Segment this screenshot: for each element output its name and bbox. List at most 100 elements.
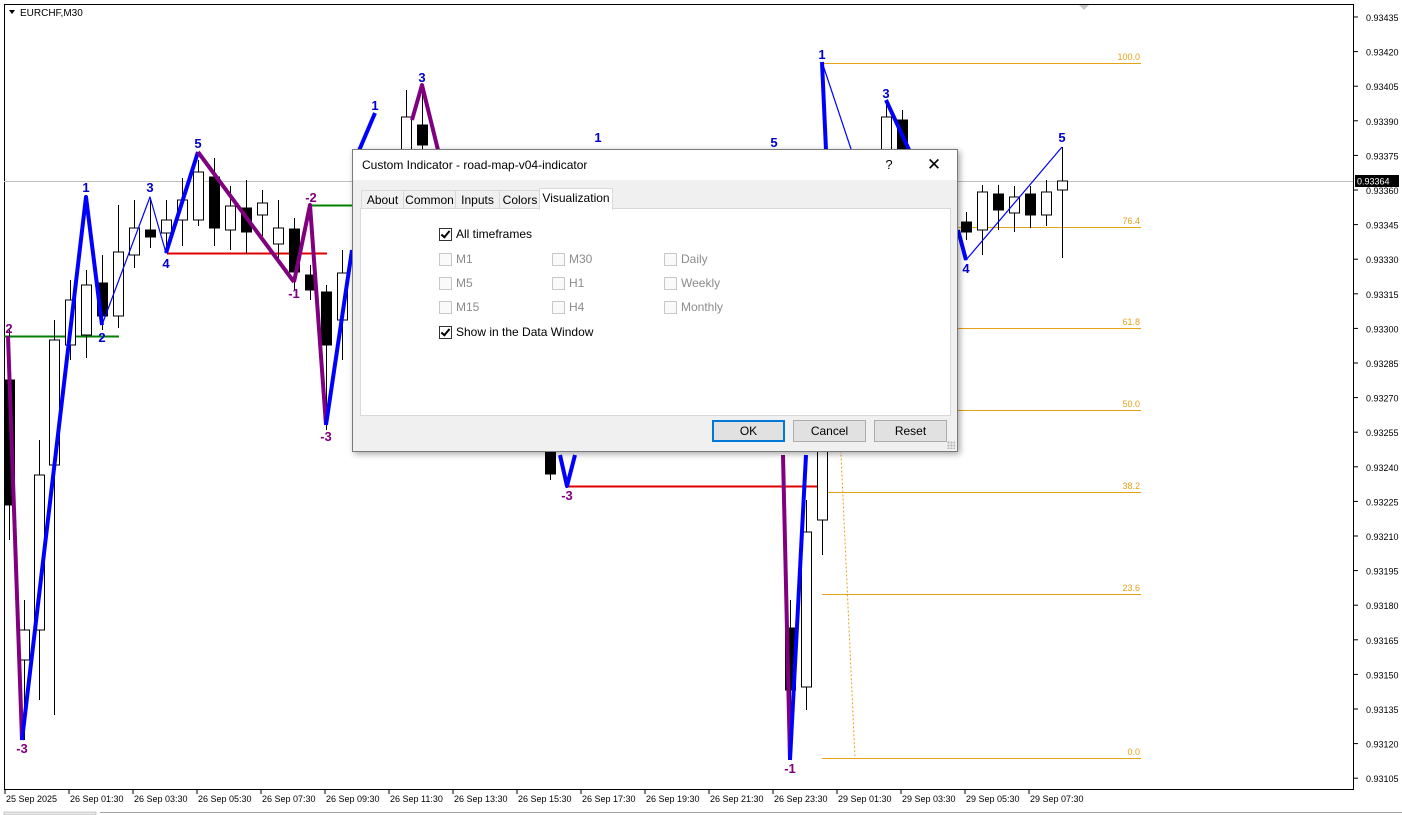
all-timeframes-checkbox[interactable]: All timeframes — [439, 227, 532, 241]
close-icon[interactable]: ✕ — [921, 153, 947, 177]
time-tick-label: 29 Sep 07:30 — [1030, 794, 1084, 804]
wave-label: 1 — [82, 180, 89, 195]
up-wave-line — [956, 229, 968, 261]
custom-indicator-dialog: Custom Indicator - road-map-v04-indicato… — [352, 149, 958, 452]
candle-body — [1057, 180, 1068, 191]
up-wave-line — [356, 112, 377, 154]
time-tick-label: 26 Sep 09:30 — [326, 794, 380, 804]
timeframe-label: Daily — [681, 252, 708, 266]
candle-body — [977, 191, 988, 231]
time-tick-label: 26 Sep 19:30 — [646, 794, 700, 804]
time-tick-label: 26 Sep 21:30 — [710, 794, 764, 804]
timeframe-label: M15 — [456, 300, 480, 314]
fib-level-label: 23.6 — [1122, 583, 1140, 593]
current-price-label: 0.93364 — [1357, 177, 1390, 187]
candle-body — [1041, 191, 1052, 216]
candle-body — [1025, 193, 1036, 216]
checkbox-box[interactable] — [552, 300, 565, 314]
wave-label: 2 — [98, 330, 105, 345]
price-tick-label: 0.93180 — [1366, 601, 1399, 611]
price-tick-label: 0.93120 — [1366, 740, 1399, 750]
timeframe-label: Weekly — [681, 276, 721, 290]
checkbox-box[interactable] — [439, 276, 452, 290]
candle-body — [881, 116, 892, 151]
wave-label: 1 — [818, 47, 825, 62]
time-tick-label: 26 Sep 13:30 — [454, 794, 508, 804]
time-tick-label: 26 Sep 23:30 — [774, 794, 828, 804]
candle-body — [81, 284, 92, 336]
timeframe-h1-checkbox[interactable]: H1 — [552, 276, 584, 290]
wave-label: -3 — [320, 429, 332, 444]
candle-body — [161, 219, 172, 234]
timeframe-label: M1 — [456, 252, 473, 266]
timeframe-m30-checkbox[interactable]: M30 — [552, 252, 592, 266]
price-tick-label: 0.93105 — [1366, 774, 1399, 784]
price-tick-label: 0.93135 — [1366, 705, 1399, 715]
checkbox-box[interactable] — [439, 227, 452, 241]
price-tick-label: 0.93285 — [1366, 359, 1399, 369]
tab-about[interactable]: About — [361, 190, 404, 209]
tab-visualization[interactable]: Visualization — [539, 188, 613, 210]
candle-body — [801, 531, 812, 688]
checkbox-box[interactable] — [439, 300, 452, 314]
checkbox-box[interactable] — [664, 276, 677, 290]
candle-body — [129, 227, 140, 256]
tab-inputs[interactable]: Inputs — [455, 190, 500, 209]
candle-body — [545, 449, 556, 475]
price-tick-label: 0.93420 — [1366, 48, 1399, 58]
checkbox-box[interactable] — [439, 252, 452, 266]
wave-label: 4 — [162, 256, 170, 271]
timeframe-h4-checkbox[interactable]: H4 — [552, 300, 584, 314]
help-button[interactable]: ? — [879, 154, 899, 176]
candle-body — [993, 193, 1004, 211]
up-wave-line — [820, 61, 828, 151]
price-tick-label: 0.93435 — [1366, 13, 1399, 23]
time-tick-label: 26 Sep 05:30 — [198, 794, 252, 804]
timeframe-label: H1 — [569, 276, 585, 290]
fib-level-label: 38.2 — [1122, 481, 1140, 491]
timeframe-m5-checkbox[interactable]: M5 — [439, 276, 473, 290]
checkbox-box[interactable] — [439, 325, 452, 339]
candle-body — [961, 221, 972, 233]
time-tick-label: 26 Sep 01:30 — [70, 794, 124, 804]
price-tick-label: 0.93255 — [1366, 428, 1399, 438]
checkbox-box[interactable] — [664, 300, 677, 314]
time-tick-label: 26 Sep 07:30 — [262, 794, 316, 804]
price-tick-label: 0.93300 — [1366, 324, 1399, 334]
ok-button[interactable]: OK — [712, 420, 785, 442]
time-tick-label: 26 Sep 17:30 — [582, 794, 636, 804]
checkbox-box[interactable] — [664, 252, 677, 266]
fib-level-label: 100.0 — [1117, 52, 1140, 62]
timeframe-m1-checkbox[interactable]: M1 — [439, 252, 473, 266]
all-timeframes-label: All timeframes — [456, 227, 533, 241]
time-tick-label: 26 Sep 03:30 — [134, 794, 188, 804]
wave-label: -3 — [561, 488, 573, 503]
tab-common[interactable]: Common — [403, 190, 456, 209]
checkbox-box[interactable] — [552, 276, 565, 290]
timeframe-m15-checkbox[interactable]: M15 — [439, 300, 479, 314]
fib-level-label: 76.4 — [1122, 216, 1140, 226]
time-tick-label: 25 Sep 2025 — [6, 794, 57, 804]
data-window-checkbox[interactable]: Show in the Data Window — [439, 325, 593, 339]
candle-body — [145, 229, 156, 238]
dialog-title: Custom Indicator - road-map-v04-indicato… — [362, 158, 588, 172]
candle-body — [257, 202, 268, 216]
price-tick-label: 0.93240 — [1366, 463, 1399, 473]
cancel-button[interactable]: Cancel — [793, 420, 866, 442]
wave-label: -1 — [288, 286, 300, 301]
timeframe-daily-checkbox[interactable]: Daily — [664, 252, 708, 266]
time-tick-label: 29 Sep 01:30 — [838, 794, 892, 804]
timeframe-label: H4 — [569, 300, 585, 314]
timeframe-weekly-checkbox[interactable]: Weekly — [664, 276, 720, 290]
reset-button[interactable]: Reset — [874, 420, 947, 442]
dialog-titlebar[interactable]: Custom Indicator - road-map-v04-indicato… — [353, 150, 957, 180]
resize-grip-icon[interactable] — [947, 441, 955, 449]
checkbox-box[interactable] — [552, 252, 565, 266]
visualization-panel: All timeframes M1 M30 Daily M5 H1 Weekly — [360, 208, 951, 416]
timeframe-monthly-checkbox[interactable]: Monthly — [664, 300, 723, 314]
wave-label: 3 — [882, 86, 889, 101]
tab-colors[interactable]: Colors — [499, 190, 541, 209]
symbol-label: EURCHF,M30 — [20, 8, 83, 19]
time-tick-label: 29 Sep 05:30 — [966, 794, 1020, 804]
candle-body — [273, 227, 284, 245]
